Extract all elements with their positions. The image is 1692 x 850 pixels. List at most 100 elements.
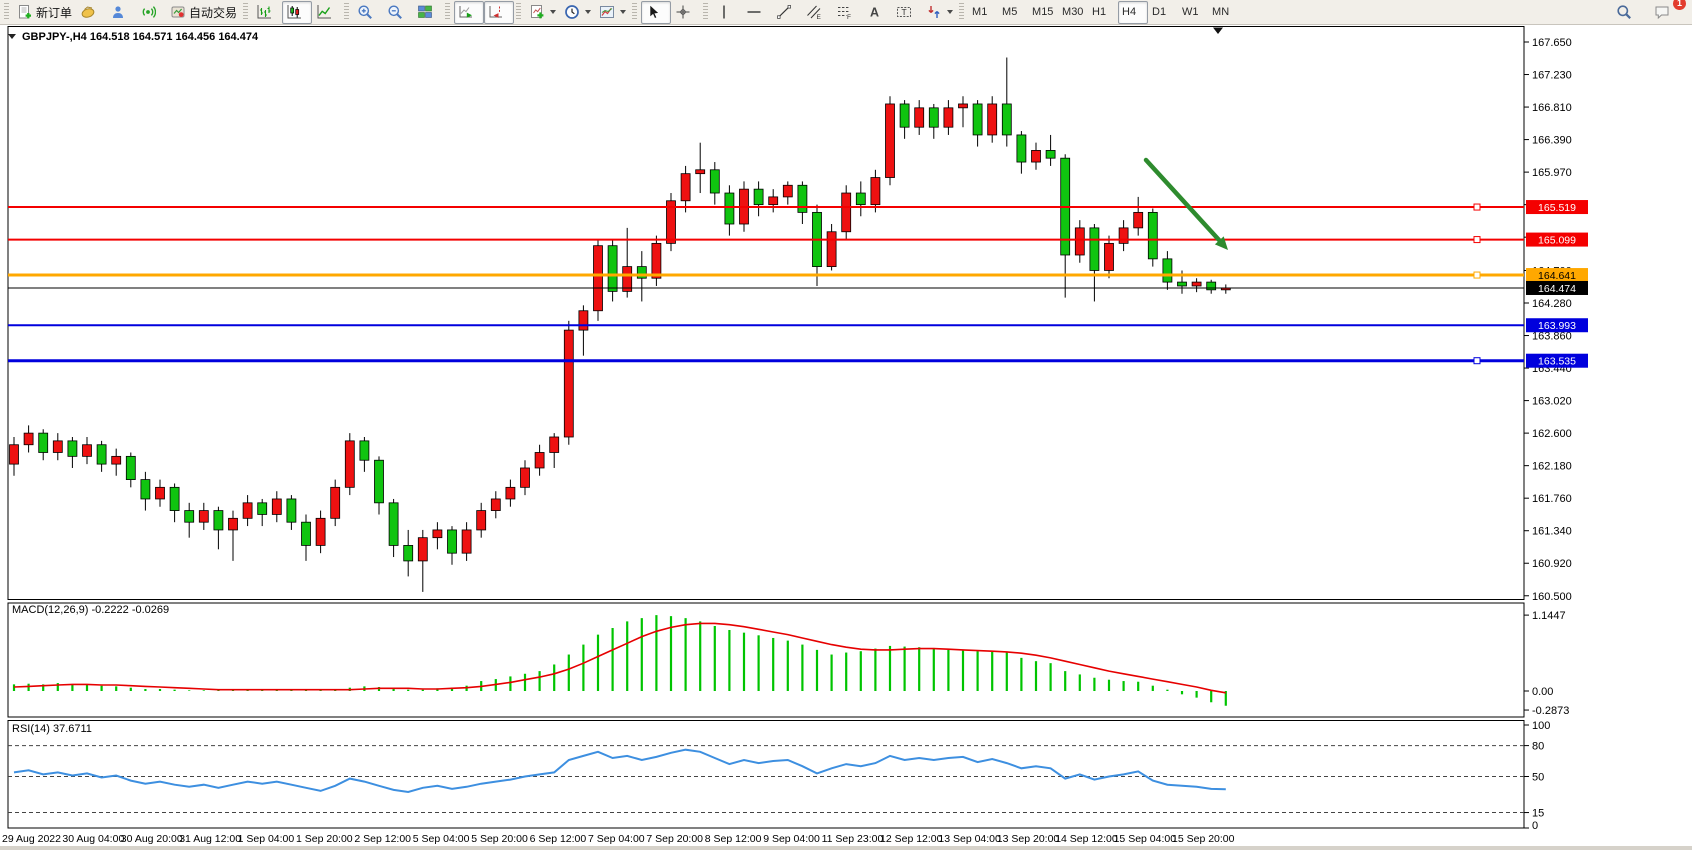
candle[interactable] [608, 246, 617, 292]
search-button[interactable] [1612, 1, 1642, 24]
candle[interactable] [141, 480, 150, 499]
chart-shift-button[interactable] [484, 1, 514, 24]
candle[interactable] [170, 487, 179, 510]
candle[interactable] [827, 232, 836, 267]
algo-trading-button[interactable]: 自动交易 [166, 1, 241, 24]
tf-w1[interactable]: W1 [1178, 1, 1208, 24]
candle[interactable] [272, 499, 281, 514]
auto-scroll-button[interactable] [454, 1, 484, 24]
tile-windows-button[interactable] [413, 1, 443, 24]
text-button[interactable]: A [862, 1, 892, 24]
candle[interactable] [944, 108, 953, 127]
cursor-button[interactable] [641, 1, 671, 24]
candle[interactable] [696, 170, 705, 174]
candle[interactable] [521, 468, 530, 487]
candle[interactable] [1163, 259, 1172, 282]
candle[interactable] [915, 108, 924, 127]
candle[interactable] [959, 104, 968, 108]
candle[interactable] [1032, 150, 1041, 162]
candle[interactable] [988, 104, 997, 135]
candle[interactable] [316, 518, 325, 545]
candle[interactable] [126, 456, 135, 479]
candle[interactable] [68, 441, 77, 456]
candle[interactable] [1090, 228, 1099, 271]
candle[interactable] [550, 437, 559, 452]
candle[interactable] [404, 545, 413, 560]
trendline-button[interactable] [772, 1, 802, 24]
candle[interactable] [564, 330, 573, 437]
candle[interactable] [448, 530, 457, 553]
candle[interactable] [112, 456, 121, 464]
candle[interactable] [243, 503, 252, 518]
candle[interactable] [97, 445, 106, 464]
candle[interactable] [725, 193, 734, 224]
vertical-line-button[interactable] [712, 1, 742, 24]
tf-d1[interactable]: D1 [1148, 1, 1178, 24]
tf-mn[interactable]: MN [1208, 1, 1238, 24]
candle[interactable] [783, 185, 792, 197]
candle[interactable] [579, 311, 588, 330]
candle[interactable] [886, 104, 895, 178]
candle[interactable] [652, 243, 661, 278]
candle[interactable] [10, 445, 19, 464]
candle[interactable] [229, 518, 238, 530]
candle[interactable] [754, 189, 763, 204]
candle[interactable] [331, 487, 340, 518]
candle[interactable] [83, 445, 92, 457]
line-handle[interactable] [1474, 272, 1480, 278]
candle[interactable] [798, 185, 807, 212]
channel-button[interactable]: E [802, 1, 832, 24]
candle[interactable] [856, 193, 865, 205]
candle[interactable] [185, 511, 194, 523]
chevron-down-icon[interactable] [947, 10, 953, 14]
main-pane[interactable] [8, 27, 1524, 600]
signals-button[interactable] [136, 1, 166, 24]
fibonacci-button[interactable]: F [832, 1, 862, 24]
candle[interactable] [594, 246, 603, 311]
new-order-button[interactable]: 新订单 [13, 1, 76, 24]
candle[interactable] [418, 538, 427, 561]
candle[interactable] [1207, 282, 1216, 290]
candle[interactable] [1075, 228, 1084, 255]
candle[interactable] [360, 441, 369, 460]
arrows-button[interactable] [922, 1, 957, 24]
templates-button[interactable] [595, 1, 630, 24]
candle[interactable] [389, 503, 398, 546]
line-handle[interactable] [1474, 204, 1480, 210]
candle[interactable] [900, 104, 909, 127]
candle[interactable] [1105, 243, 1114, 270]
crosshair-button[interactable] [671, 1, 701, 24]
candle[interactable] [214, 511, 223, 530]
candle[interactable] [375, 460, 384, 503]
candle[interactable] [24, 433, 33, 445]
candle[interactable] [1148, 212, 1157, 258]
horizontal-line-button[interactable] [742, 1, 772, 24]
label-button[interactable]: T [892, 1, 922, 24]
tf-m30[interactable]: M30 [1058, 1, 1088, 24]
candle[interactable] [287, 499, 296, 522]
candle[interactable] [842, 193, 851, 232]
chevron-down-icon[interactable] [620, 10, 626, 14]
tf-m15[interactable]: M15 [1028, 1, 1058, 24]
candle[interactable] [1134, 212, 1143, 227]
candle[interactable] [302, 522, 311, 545]
tf-m1[interactable]: M1 [968, 1, 998, 24]
candle[interactable] [156, 487, 165, 499]
market-button[interactable] [76, 1, 106, 24]
candle[interactable] [1002, 104, 1011, 135]
candle[interactable] [929, 108, 938, 127]
candle[interactable] [1178, 282, 1187, 286]
chat-button[interactable]: 1 [1650, 1, 1680, 24]
chevron-down-icon[interactable] [585, 10, 591, 14]
zoom-out-button[interactable] [383, 1, 413, 24]
chevron-down-icon[interactable] [550, 10, 556, 14]
zoom-in-button[interactable] [353, 1, 383, 24]
tf-m5[interactable]: M5 [998, 1, 1028, 24]
line-chart-button[interactable] [312, 1, 342, 24]
periods-button[interactable] [560, 1, 595, 24]
candle[interactable] [710, 170, 719, 193]
community-button[interactable] [106, 1, 136, 24]
candle[interactable] [462, 530, 471, 553]
candle[interactable] [53, 441, 62, 453]
candle[interactable] [39, 433, 48, 452]
